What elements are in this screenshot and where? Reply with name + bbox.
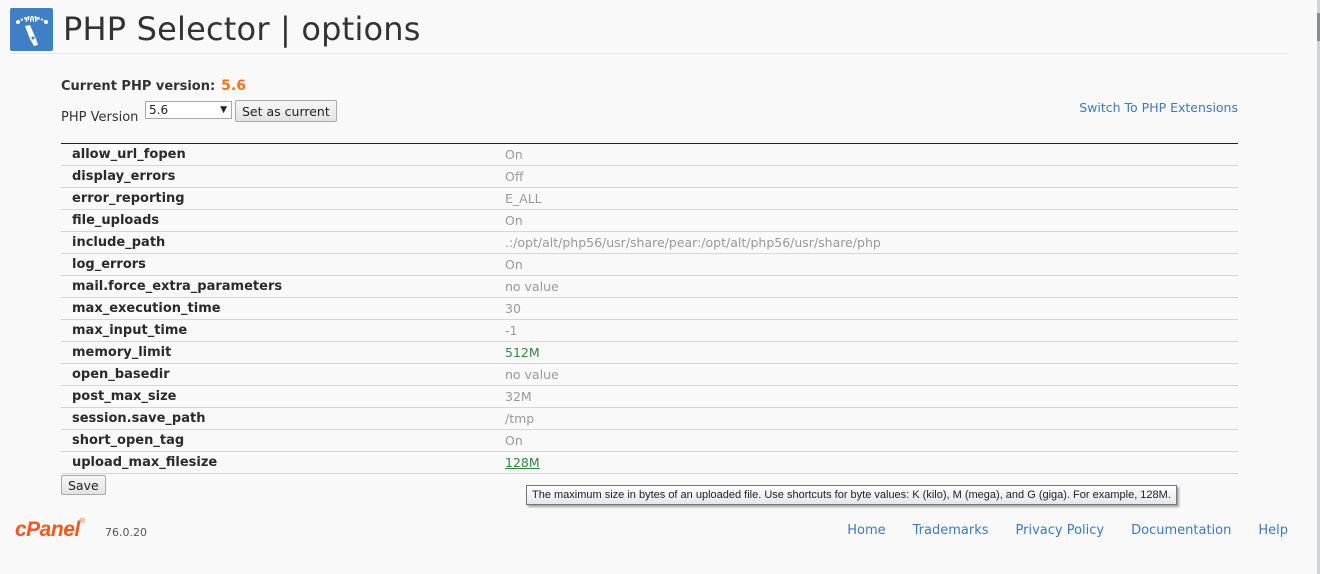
- option-row: session.save_path/tmp: [61, 408, 1238, 430]
- option-row: post_max_size 32M: [61, 386, 1238, 408]
- current-version-label: Current PHP version:: [61, 79, 216, 94]
- page-title: PHP Selector | options: [63, 10, 421, 48]
- option-value[interactable]: Off: [505, 166, 1238, 188]
- php-version-label: PHP Version: [61, 110, 139, 125]
- option-value[interactable]: no value: [505, 364, 1238, 386]
- current-php-version: Current PHP version: 5.6: [61, 78, 246, 94]
- cpanel-version: 76.0.20: [105, 526, 147, 539]
- page-header: PHP PHP Selector | options: [10, 6, 421, 52]
- option-value-text[interactable]: no value: [505, 279, 559, 294]
- option-name: short_open_tag: [72, 433, 185, 448]
- current-version-value: 5.6: [221, 78, 246, 94]
- svg-text:PHP: PHP: [25, 17, 39, 24]
- option-name: mail.force_extra_parameters: [72, 279, 283, 294]
- option-name: post_max_size: [72, 389, 177, 404]
- option-value[interactable]: E_ALL: [505, 188, 1238, 210]
- option-value-text[interactable]: On: [505, 147, 523, 162]
- option-name: error_reporting: [72, 191, 185, 206]
- option-name: log_errors: [72, 257, 146, 272]
- save-button[interactable]: Save: [61, 475, 106, 495]
- option-row: short_open_tag On: [61, 430, 1238, 452]
- option-row: display_errors Off: [61, 166, 1238, 188]
- option-row: memory_limit 512M: [61, 342, 1238, 364]
- option-row: open_basedir no value: [61, 364, 1238, 386]
- option-value[interactable]: -1: [505, 320, 1238, 342]
- cpanel-logo: cPanel®: [15, 518, 85, 541]
- set-as-current-button[interactable]: Set as current: [235, 100, 337, 122]
- option-value[interactable]: no value: [505, 276, 1238, 298]
- option-value[interactable]: On: [505, 210, 1238, 232]
- option-name: include_path: [72, 235, 166, 250]
- option-value[interactable]: On: [505, 144, 1238, 166]
- option-name: open_basedir: [72, 367, 170, 382]
- option-name: max_execution_time: [72, 301, 221, 316]
- footer-links: Home Trademarks Privacy Policy Documenta…: [820, 523, 1288, 538]
- option-name: file_uploads: [72, 213, 160, 228]
- option-row: error_reporting E_ALL: [61, 188, 1238, 210]
- option-value-text[interactable]: -1: [505, 323, 517, 338]
- php-options-table: allow_url_fopen On display_errors Off error_…: [61, 143, 1238, 474]
- footer-link-help[interactable]: Help: [1258, 523, 1288, 538]
- option-value-text[interactable]: 128M: [505, 455, 540, 470]
- php-version-select[interactable]: 5.6 ▼: [145, 101, 232, 119]
- option-value-text[interactable]: On: [505, 433, 523, 448]
- option-name: allow_url_fopen: [72, 147, 186, 162]
- option-value[interactable]: .:/opt/alt/php56/usr/share/pear:/opt/alt…: [505, 232, 1238, 254]
- footer-link-trademarks[interactable]: Trademarks: [913, 523, 989, 538]
- footer-link-privacy-policy[interactable]: Privacy Policy: [1016, 523, 1105, 538]
- footer-link-documentation[interactable]: Documentation: [1131, 523, 1231, 538]
- dropdown-arrow-icon: ▼: [220, 105, 227, 115]
- option-row: max_execution_time 30: [61, 298, 1238, 320]
- option-row: max_input_time -1: [61, 320, 1238, 342]
- option-value-text[interactable]: E_ALL: [505, 191, 542, 206]
- option-value-text[interactable]: /tmp: [505, 411, 534, 426]
- option-name: max_input_time: [72, 323, 188, 338]
- option-row: log_errors On: [61, 254, 1238, 276]
- option-name: memory_limit: [72, 345, 172, 360]
- option-value-text[interactable]: no value: [505, 367, 559, 382]
- option-name: session.save_path: [72, 411, 206, 426]
- option-value[interactable]: /tmp: [505, 408, 1238, 430]
- option-row: file_uploads On: [61, 210, 1238, 232]
- cpanel-brand: cPanel: [15, 518, 80, 541]
- php-selector-gauge-icon: PHP: [10, 7, 53, 51]
- option-value[interactable]: On: [505, 254, 1238, 276]
- option-row: include_path .:/opt/alt/php56/usr/share/p…: [61, 232, 1238, 254]
- option-name: display_errors: [72, 169, 176, 184]
- option-value-text[interactable]: On: [505, 213, 523, 228]
- option-value-text[interactable]: 30: [505, 301, 521, 316]
- option-name: upload_max_filesize: [72, 455, 218, 470]
- option-value[interactable]: 30: [505, 298, 1238, 320]
- php-version-selected: 5.6: [149, 103, 169, 117]
- option-value-text[interactable]: Off: [505, 169, 523, 184]
- switch-to-php-extensions-link[interactable]: Switch To PHP Extensions: [1079, 100, 1238, 115]
- option-tooltip: The maximum size in bytes of an uploaded…: [526, 485, 1177, 505]
- option-value[interactable]: 32M: [505, 386, 1238, 408]
- option-value-text[interactable]: 32M: [505, 389, 532, 404]
- option-value[interactable]: 512M: [505, 342, 1238, 364]
- header-divider: [10, 53, 1289, 54]
- option-value-text[interactable]: .:/opt/alt/php56/usr/share/pear:/opt/alt…: [505, 235, 881, 250]
- option-row: allow_url_fopen On: [61, 144, 1238, 166]
- option-row: upload_max_filesize 128M: [61, 452, 1238, 474]
- option-row: mail.force_extra_parameters no value: [61, 276, 1238, 298]
- option-value[interactable]: 128M: [505, 452, 1238, 474]
- option-value-text[interactable]: 512M: [505, 345, 540, 360]
- option-value[interactable]: On: [505, 430, 1238, 452]
- option-value-text[interactable]: On: [505, 257, 523, 272]
- footer-link-home[interactable]: Home: [847, 523, 885, 538]
